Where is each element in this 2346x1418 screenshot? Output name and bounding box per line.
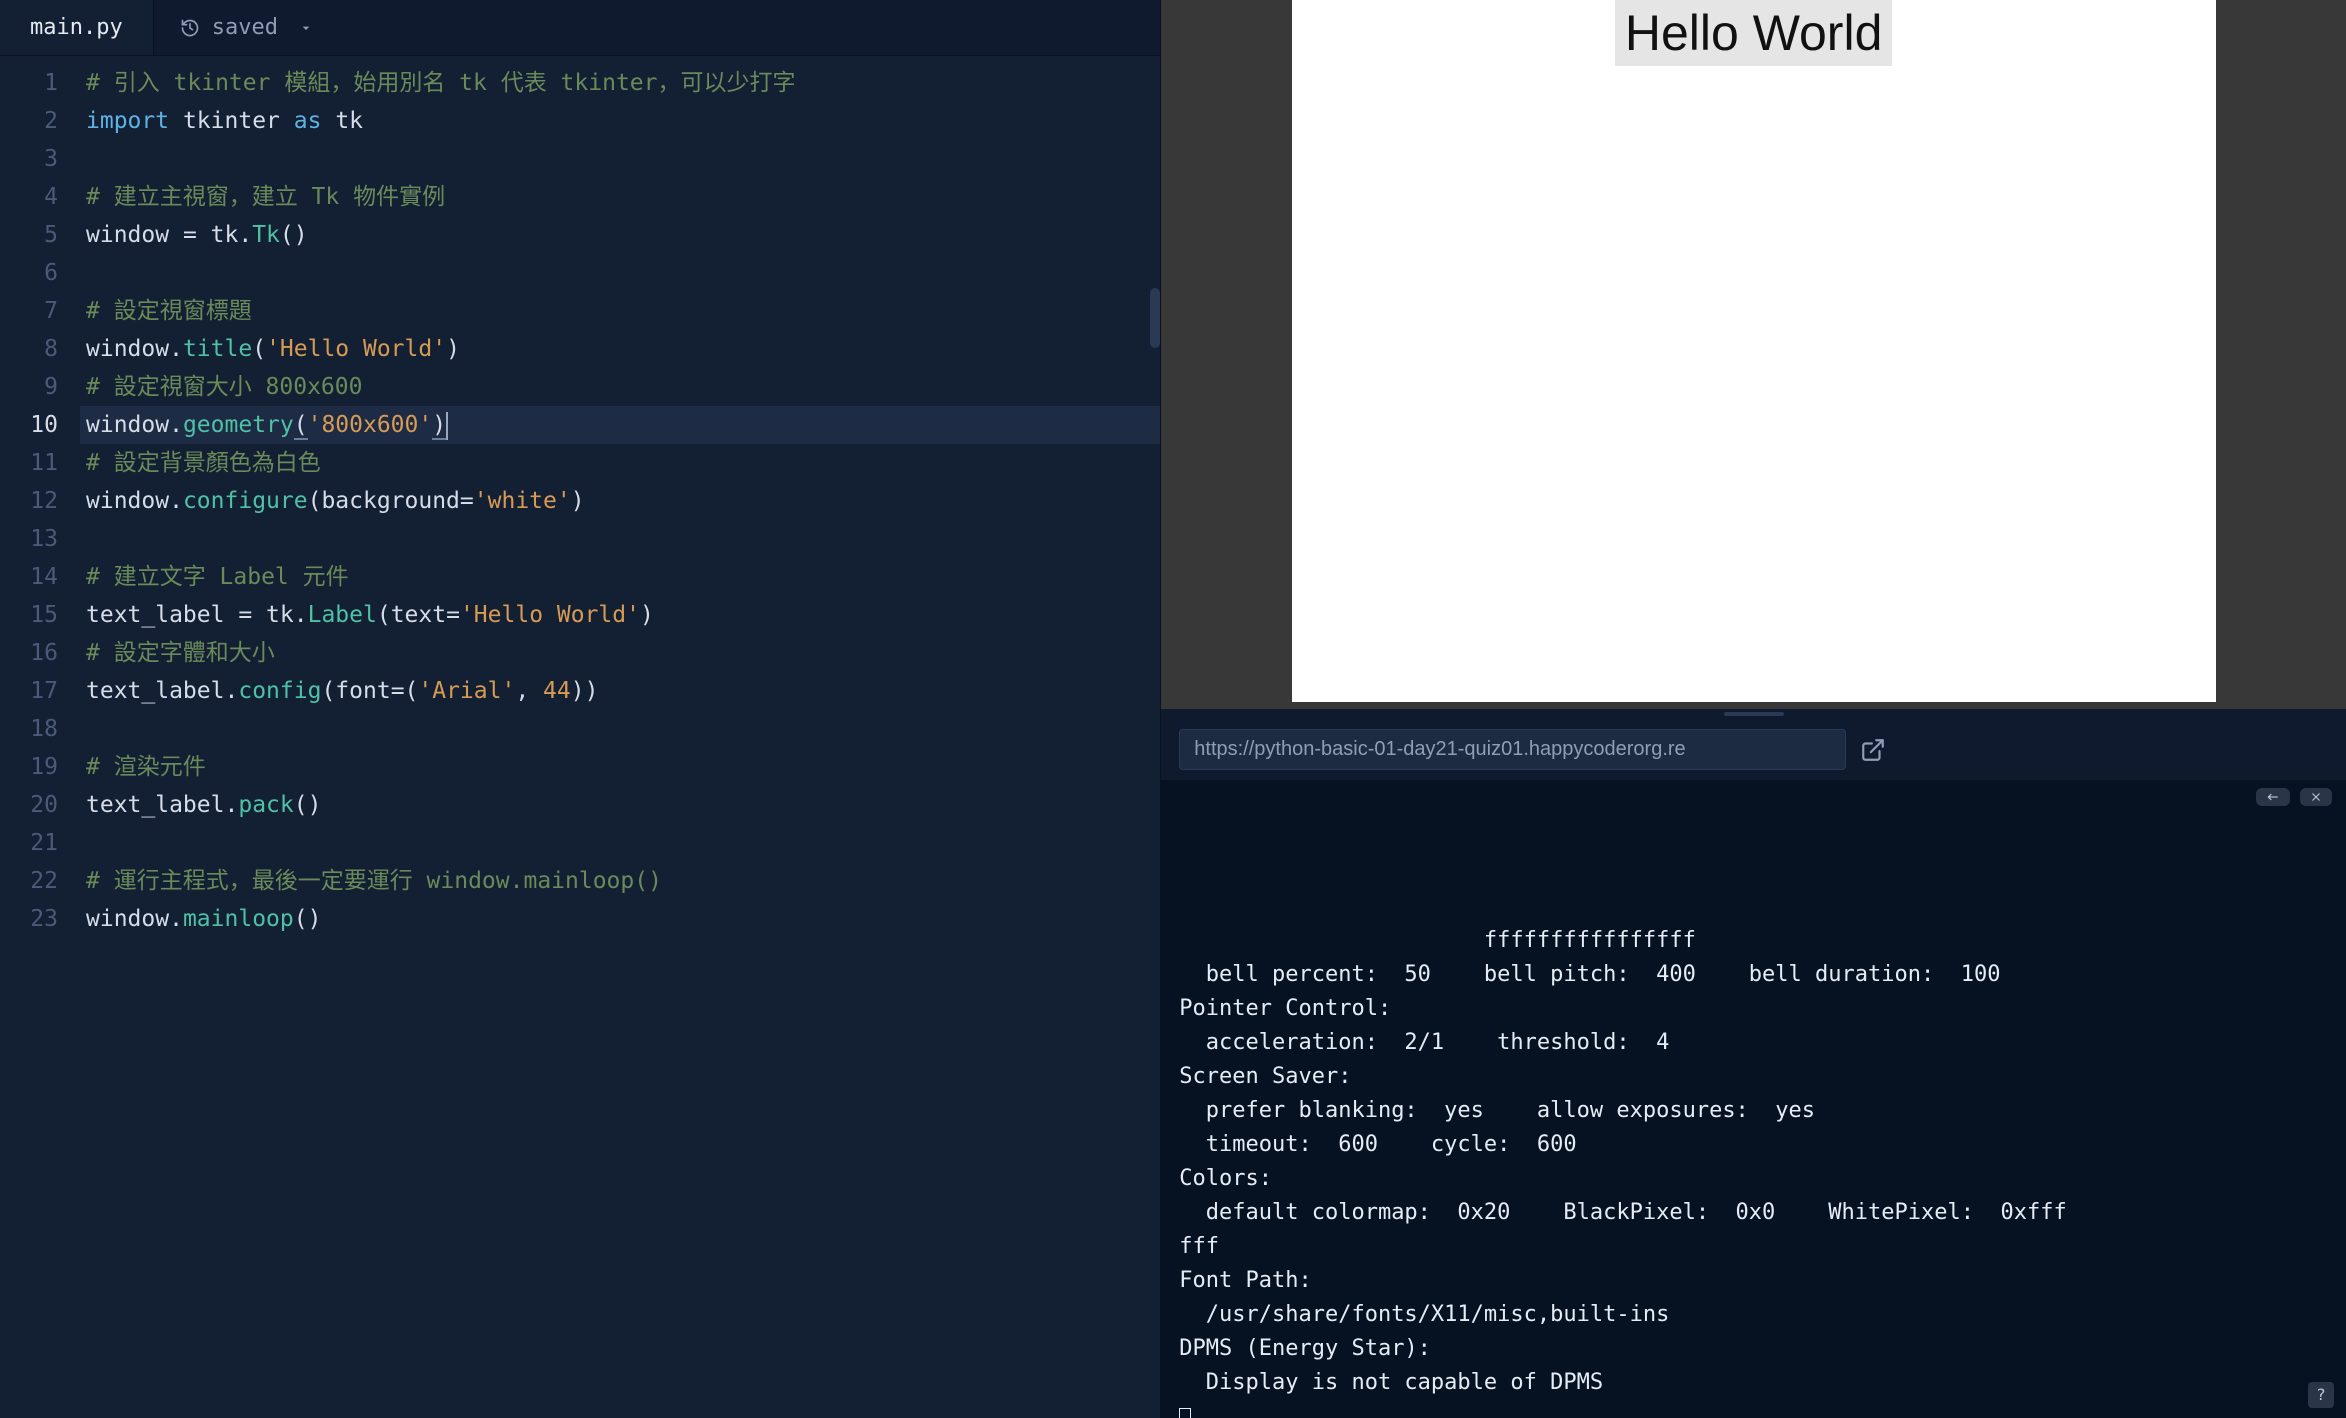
line-number: 10 [0, 406, 58, 444]
console-line: /usr/share/fonts/X11/misc,built-ins [1179, 1298, 2328, 1332]
code-line[interactable]: import tkinter as tk [80, 102, 1160, 140]
console-line: default colormap: 0x20 BlackPixel: 0x0 W… [1179, 1196, 2328, 1230]
gui-preview: Hello World [1161, 0, 2346, 709]
line-number: 18 [0, 710, 58, 748]
code-line[interactable]: # 設定視窗大小 800x600 [80, 368, 1160, 406]
code-line[interactable]: # 運行主程式，最後一定要運行 window.mainloop() [80, 862, 1160, 900]
line-number: 9 [0, 368, 58, 406]
line-number: 17 [0, 672, 58, 710]
output-pane: Hello World ? ffff [1161, 0, 2346, 1418]
console-clear-icon[interactable] [2300, 788, 2332, 806]
line-number: 21 [0, 824, 58, 862]
code-line[interactable]: # 建立文字 Label 元件 [80, 558, 1160, 596]
console-line: DPMS (Energy Star): [1179, 1332, 2328, 1366]
line-number: 7 [0, 292, 58, 330]
tk-window[interactable]: Hello World [1292, 0, 2216, 702]
file-tab[interactable]: main.py [0, 0, 154, 55]
console-line: Screen Saver: [1179, 1060, 2328, 1094]
console-line: Pointer Control: [1179, 992, 2328, 1026]
console-line: Colors: [1179, 1162, 2328, 1196]
line-number: 5 [0, 216, 58, 254]
code-line[interactable]: window.title('Hello World') [80, 330, 1160, 368]
code-line[interactable]: window = tk.Tk() [80, 216, 1160, 254]
line-number: 11 [0, 444, 58, 482]
console-line: Display is not capable of DPMS [1179, 1366, 2328, 1400]
line-number: 22 [0, 862, 58, 900]
console-buttons [2256, 788, 2332, 806]
code-line[interactable]: window.mainloop() [80, 900, 1160, 938]
chevron-down-icon[interactable] [298, 20, 314, 36]
resize-grip-icon [1724, 712, 1784, 716]
line-number: 12 [0, 482, 58, 520]
tk-label: Hello World [1615, 0, 1893, 66]
url-bar-row [1161, 719, 2346, 780]
code-line[interactable]: window.geometry('800x600') [80, 406, 1160, 444]
code-line[interactable] [80, 254, 1160, 292]
console-line: bell percent: 50 bell pitch: 400 bell du… [1179, 958, 2328, 992]
line-number: 1 [0, 64, 58, 102]
app-root: main.py saved 12345678910111213141516171… [0, 0, 2346, 1418]
code-editor[interactable]: 1234567891011121314151617181920212223 # … [0, 56, 1160, 1418]
console-line: prefer blanking: yes allow exposures: ye… [1179, 1094, 2328, 1128]
code-line[interactable] [80, 520, 1160, 558]
console-output[interactable]: ? ffffffffffffffff bell percent: 50 bell… [1161, 780, 2346, 1418]
history-icon [180, 18, 200, 38]
line-number: 16 [0, 634, 58, 672]
pane-resize-handle[interactable] [1161, 709, 2346, 719]
console-line: timeout: 600 cycle: 600 [1179, 1128, 2328, 1162]
line-number: 14 [0, 558, 58, 596]
open-in-new-tab-icon[interactable] [1860, 737, 1886, 763]
line-number: 20 [0, 786, 58, 824]
code-line[interactable]: window.configure(background='white') [80, 482, 1160, 520]
code-line[interactable]: # 建立主視窗，建立 Tk 物件實例 [80, 178, 1160, 216]
line-number: 15 [0, 596, 58, 634]
code-line[interactable] [80, 710, 1160, 748]
line-number: 6 [0, 254, 58, 292]
code-line[interactable]: # 設定視窗標題 [80, 292, 1160, 330]
save-status[interactable]: saved [154, 15, 340, 40]
code-line[interactable]: text_label.pack() [80, 786, 1160, 824]
code-line[interactable]: # 引入 tkinter 模組，始用別名 tk 代表 tkinter，可以少打字 [80, 64, 1160, 102]
code-line[interactable]: # 渲染元件 [80, 748, 1160, 786]
line-number: 3 [0, 140, 58, 178]
scrollbar-thumb[interactable] [1150, 288, 1160, 348]
console-line: acceleration: 2/1 threshold: 4 [1179, 1026, 2328, 1060]
file-tab-label: main.py [30, 15, 123, 40]
code-line[interactable]: text_label.config(font=('Arial', 44)) [80, 672, 1160, 710]
save-status-label: saved [212, 15, 278, 40]
console-cursor [1179, 1408, 1191, 1418]
line-number: 8 [0, 330, 58, 368]
code-content[interactable]: # 引入 tkinter 模組，始用別名 tk 代表 tkinter，可以少打字… [72, 56, 1160, 1418]
editor-pane: main.py saved 12345678910111213141516171… [0, 0, 1161, 1418]
code-line[interactable] [80, 824, 1160, 862]
console-line: Font Path: [1179, 1264, 2328, 1298]
tab-bar: main.py saved [0, 0, 1160, 56]
help-badge[interactable]: ? [2308, 1382, 2334, 1408]
line-number: 4 [0, 178, 58, 216]
text-cursor [446, 412, 448, 440]
line-number: 19 [0, 748, 58, 786]
code-line[interactable]: # 設定字體和大小 [80, 634, 1160, 672]
console-line: fff [1179, 1230, 2328, 1264]
line-number: 13 [0, 520, 58, 558]
line-number: 2 [0, 102, 58, 140]
console-line: ffffffffffffffff [1179, 924, 2328, 958]
url-input[interactable] [1179, 729, 1845, 770]
code-line[interactable]: # 設定背景顏色為白色 [80, 444, 1160, 482]
editor-scrollbar[interactable] [1148, 58, 1160, 1418]
code-line[interactable] [80, 140, 1160, 178]
console-wrap-toggle-icon[interactable] [2256, 788, 2290, 806]
line-number-gutter: 1234567891011121314151617181920212223 [0, 56, 72, 1418]
line-number: 23 [0, 900, 58, 938]
code-line[interactable]: text_label = tk.Label(text='Hello World'… [80, 596, 1160, 634]
